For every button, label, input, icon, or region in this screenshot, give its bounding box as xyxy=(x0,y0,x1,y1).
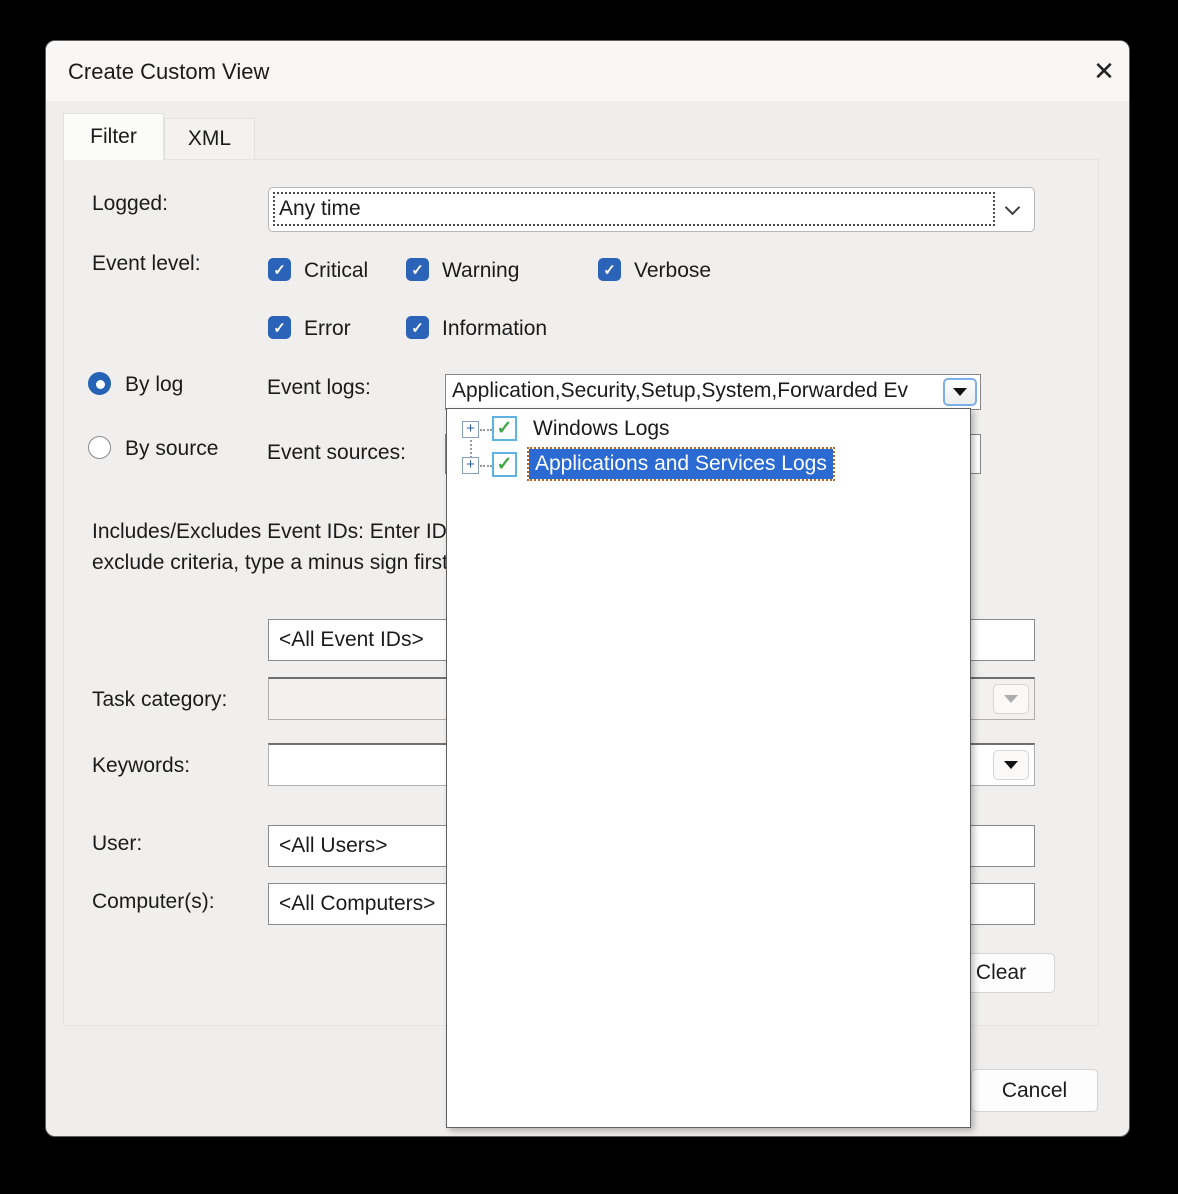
checkbox-critical[interactable]: ✓ xyxy=(268,258,291,281)
logged-label: Logged: xyxy=(92,192,168,216)
keywords-label: Keywords: xyxy=(92,754,190,778)
titlebar: Create Custom View ✕ xyxy=(46,41,1129,101)
expand-plus-icon[interactable]: + xyxy=(462,421,479,438)
radio-by-log[interactable] xyxy=(88,372,111,395)
checkbox-information-label[interactable]: Information xyxy=(442,317,547,341)
cancel-button[interactable]: Cancel xyxy=(971,1069,1098,1112)
user-value: <All Users> xyxy=(279,834,388,858)
checkbox-error-label[interactable]: Error xyxy=(304,317,351,341)
radio-by-source-label[interactable]: By source xyxy=(125,437,218,461)
dropdown-arrow-icon xyxy=(953,388,967,396)
expand-plus-icon[interactable]: + xyxy=(462,457,479,474)
radio-by-source[interactable] xyxy=(88,436,111,459)
create-custom-view-dialog: Create Custom View ✕ Filter XML Logged: … xyxy=(45,40,1130,1137)
event-logs-label: Event logs: xyxy=(267,376,371,400)
tab-xml[interactable]: XML xyxy=(164,118,255,159)
radio-by-log-label[interactable]: By log xyxy=(125,373,183,397)
tree-connector xyxy=(480,465,492,467)
tree-connector xyxy=(480,429,492,431)
tree-item-windows-logs[interactable]: Windows Logs xyxy=(533,417,670,441)
keywords-dropdown-button[interactable] xyxy=(993,750,1029,780)
checkbox-information[interactable]: ✓ xyxy=(406,316,429,339)
computers-label: Computer(s): xyxy=(92,890,215,914)
tab-filter[interactable]: Filter xyxy=(63,113,164,160)
task-category-label: Task category: xyxy=(92,688,227,712)
checkbox-error[interactable]: ✓ xyxy=(268,316,291,339)
user-label: User: xyxy=(92,832,142,856)
event-level-label: Event level: xyxy=(92,252,201,276)
event-sources-label: Event sources: xyxy=(267,441,406,465)
computers-value: <All Computers> xyxy=(279,892,435,916)
logged-value: Any time xyxy=(279,197,361,221)
logged-combobox[interactable]: Any time xyxy=(268,187,1035,232)
tree-item-applications-services[interactable]: Applications and Services Logs xyxy=(529,449,833,479)
logged-focus-rect xyxy=(273,192,995,226)
dropdown-arrow-icon xyxy=(1004,761,1018,769)
tree-checkbox-windows-logs[interactable]: ✓ xyxy=(492,416,517,441)
tree-checkbox-applications-services[interactable]: ✓ xyxy=(492,452,517,477)
chevron-down-icon[interactable] xyxy=(1005,200,1021,216)
event-ids-value: <All Event IDs> xyxy=(279,628,424,652)
task-category-dropdown-button xyxy=(993,684,1029,714)
event-logs-value: Application,Security,Setup,System,Forwar… xyxy=(452,379,938,403)
close-icon[interactable]: ✕ xyxy=(1084,53,1124,89)
event-logs-dropdown-button[interactable] xyxy=(943,378,977,406)
checkbox-verbose[interactable]: ✓ xyxy=(598,258,621,281)
checkbox-warning-label[interactable]: Warning xyxy=(442,259,519,283)
checkbox-verbose-label[interactable]: Verbose xyxy=(634,259,711,283)
dialog-title: Create Custom View xyxy=(68,59,269,85)
checkbox-warning[interactable]: ✓ xyxy=(406,258,429,281)
event-logs-combobox[interactable]: Application,Security,Setup,System,Forwar… xyxy=(445,374,981,410)
checkbox-critical-label[interactable]: Critical xyxy=(304,259,368,283)
dropdown-arrow-icon xyxy=(1004,695,1018,703)
event-logs-dropdown-panel: + ✓ Windows Logs + ✓ Applications and Se… xyxy=(446,408,971,1128)
